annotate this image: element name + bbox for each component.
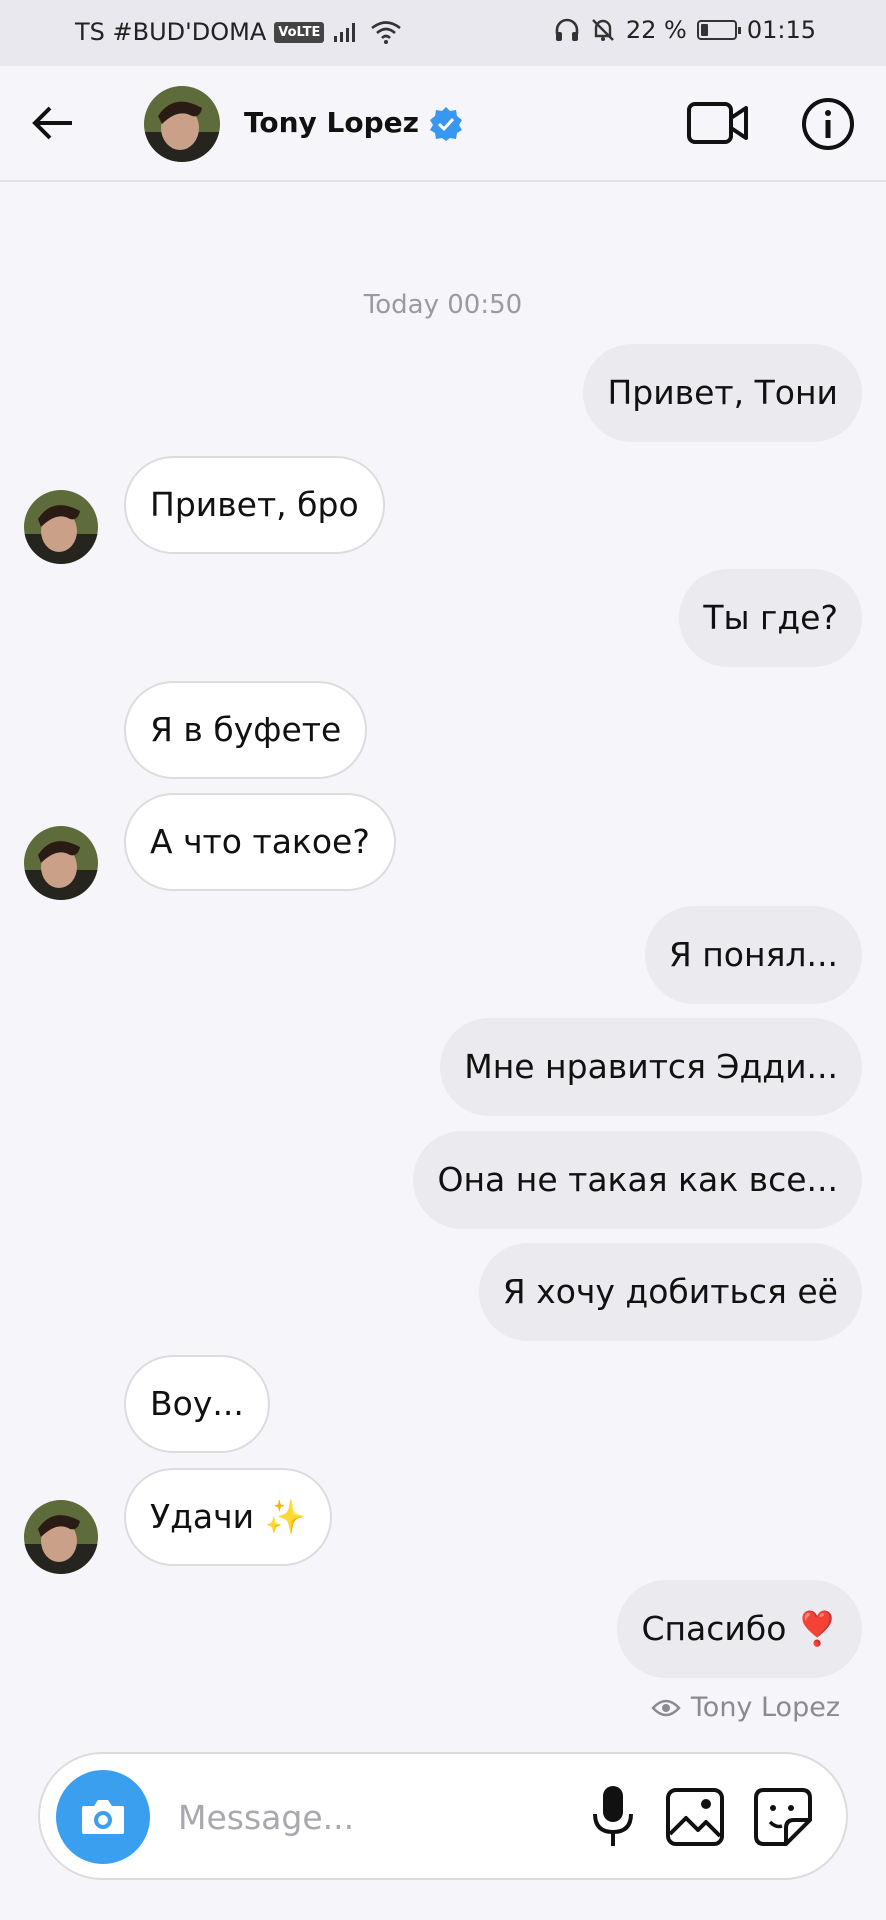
outgoing-message[interactable]: Она не такая как все... <box>413 1131 862 1229</box>
clock: 01:15 <box>746 16 816 44</box>
back-arrow-icon[interactable] <box>30 98 80 148</box>
message-composer <box>38 1752 848 1880</box>
sticker-icon[interactable] <box>750 1784 816 1850</box>
info-icon[interactable] <box>800 96 856 152</box>
video-call-icon[interactable] <box>686 98 750 148</box>
camera-button[interactable] <box>56 1770 150 1864</box>
message-input[interactable] <box>176 1784 560 1850</box>
outgoing-message[interactable]: Я хочу добиться её <box>478 1243 862 1341</box>
status-bar: TS #BUD'DOMA VoLTE 22 % 01:15 <box>0 0 886 66</box>
eye-icon <box>651 1699 681 1716</box>
battery-fill <box>700 24 708 36</box>
outgoing-message[interactable]: Привет, Тони <box>583 344 862 442</box>
seen-by-name: Tony Lopez <box>690 1692 840 1723</box>
status-bar-right: 22 % 01:15 <box>554 16 816 44</box>
contact-avatar[interactable] <box>144 86 220 162</box>
gallery-icon[interactable] <box>662 1784 728 1850</box>
contact-name[interactable]: Tony Lopez <box>244 106 419 139</box>
outgoing-message[interactable]: Мне нравится Эдди... <box>440 1018 862 1116</box>
outgoing-message[interactable]: Спасибо ❣️ <box>617 1580 862 1678</box>
bell-off-icon <box>591 19 614 41</box>
incoming-message[interactable]: Воу... <box>124 1355 270 1453</box>
incoming-message[interactable]: Я в буфете <box>124 681 368 779</box>
carrier-name: TS #BUD'DOMA <box>75 18 267 46</box>
battery-percent: 22 % <box>625 16 687 44</box>
battery-icon <box>696 20 741 40</box>
camera-icon <box>82 1800 124 1834</box>
microphone-icon[interactable] <box>580 1782 646 1852</box>
sender-avatar[interactable] <box>24 1500 98 1574</box>
sender-avatar[interactable] <box>24 490 98 564</box>
status-bar-left: TS #BUD'DOMA VoLTE <box>75 18 402 46</box>
headphones-icon <box>555 18 579 41</box>
wifi-icon <box>371 21 402 44</box>
outgoing-message[interactable]: Я понял... <box>644 906 862 1004</box>
verified-badge-icon <box>430 107 462 141</box>
conversation-timestamp: Today 00:50 <box>363 290 523 320</box>
incoming-message[interactable]: А что такое? <box>124 793 396 891</box>
sender-avatar[interactable] <box>24 826 98 900</box>
incoming-message[interactable]: Удачи ✨ <box>124 1468 332 1566</box>
chat-header: Tony Lopez <box>0 66 886 182</box>
volte-badge: VoLTE <box>274 21 325 43</box>
incoming-message[interactable]: Привет, бро <box>124 456 385 554</box>
seen-indicator: Tony Lopez <box>651 1692 840 1723</box>
outgoing-message[interactable]: Ты где? <box>679 569 862 667</box>
signal-icon <box>334 23 356 42</box>
